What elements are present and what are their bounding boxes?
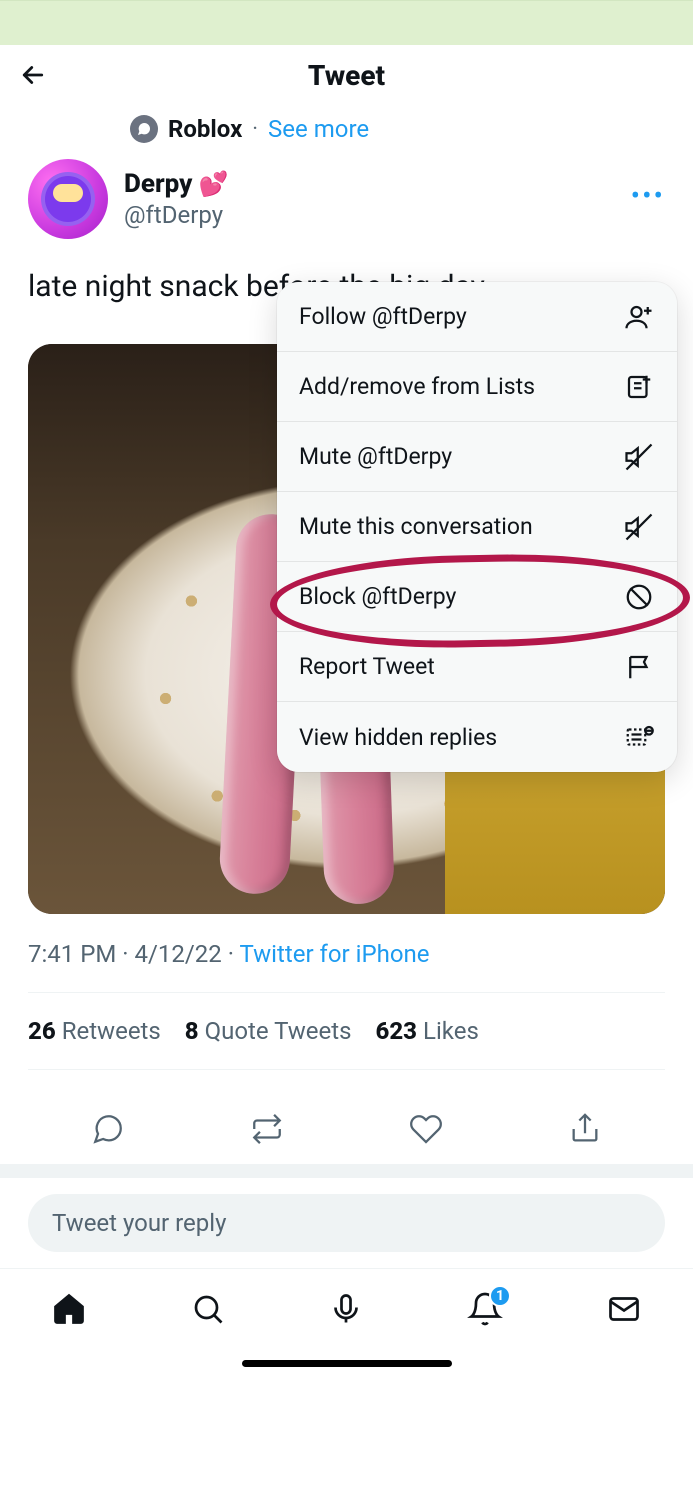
home-indicator: [0, 1350, 693, 1378]
tweet-options-menu: Follow @ftDerpy Add/remove from Lists Mu…: [277, 282, 677, 772]
mute-icon: [623, 511, 655, 543]
menu-item-label: Follow @ftDerpy: [299, 303, 467, 330]
stats-row: 26Retweets 8Quote Tweets 623Likes: [28, 1017, 665, 1045]
reply-input[interactable]: Tweet your reply: [28, 1194, 665, 1252]
status-strip: [0, 0, 693, 45]
bottom-nav: 1: [0, 1268, 693, 1350]
topic-name[interactable]: Roblox: [168, 115, 242, 143]
menu-block[interactable]: Block @ftDerpy: [277, 562, 677, 632]
menu-report[interactable]: Report Tweet: [277, 632, 677, 702]
hidden-replies-icon: [623, 721, 655, 753]
menu-mute-conversation[interactable]: Mute this conversation: [277, 492, 677, 562]
tweet-meta: 7:41 PM · 4/12/22 · Twitter for iPhone: [28, 940, 665, 968]
menu-item-label: Mute this conversation: [299, 513, 533, 540]
follow-icon: [623, 301, 655, 333]
menu-follow[interactable]: Follow @ftDerpy: [277, 282, 677, 352]
topic-chat-icon: [130, 115, 158, 143]
nav-search[interactable]: [186, 1287, 230, 1331]
name-emoji: 💕: [198, 170, 228, 198]
reply-button[interactable]: [88, 1109, 128, 1149]
divider: [28, 992, 665, 993]
list-icon: [623, 371, 655, 403]
separator-dot: ·: [252, 117, 258, 142]
reply-placeholder: Tweet your reply: [52, 1209, 226, 1237]
menu-item-label: Report Tweet: [299, 653, 435, 680]
nav-messages[interactable]: [602, 1287, 646, 1331]
likes-stat[interactable]: 623Likes: [376, 1017, 479, 1045]
tweet-date[interactable]: 4/12/22: [135, 940, 222, 968]
retweets-stat[interactable]: 26Retweets: [28, 1017, 161, 1045]
topic-row: Roblox · See more: [130, 115, 693, 143]
flag-icon: [623, 651, 655, 683]
nav-home[interactable]: [47, 1287, 91, 1331]
menu-item-label: View hidden replies: [299, 724, 497, 751]
reply-row: Tweet your reply: [0, 1178, 693, 1268]
menu-lists[interactable]: Add/remove from Lists: [277, 352, 677, 422]
display-name-text: Derpy: [124, 169, 192, 199]
user-row: Derpy 💕 @ftDerpy: [28, 159, 665, 239]
quotes-stat[interactable]: 8Quote Tweets: [185, 1017, 352, 1045]
menu-item-label: Add/remove from Lists: [299, 373, 535, 400]
share-button[interactable]: [565, 1109, 605, 1149]
menu-item-label: Mute @ftDerpy: [299, 443, 452, 470]
menu-mute-user[interactable]: Mute @ftDerpy: [277, 422, 677, 492]
header: Tweet: [0, 45, 693, 105]
like-button[interactable]: [406, 1109, 446, 1149]
tweet-time[interactable]: 7:41 PM: [28, 940, 116, 968]
page-title: Tweet: [308, 59, 385, 92]
avatar[interactable]: [28, 159, 108, 239]
retweet-button[interactable]: [247, 1109, 287, 1149]
mute-icon: [623, 441, 655, 473]
nav-notifications[interactable]: 1: [463, 1287, 507, 1331]
display-name[interactable]: Derpy 💕: [124, 169, 228, 199]
actions-row: [28, 1094, 665, 1164]
see-more-link[interactable]: See more: [268, 115, 369, 143]
divider: [28, 1069, 665, 1070]
section-divider: [0, 1164, 693, 1178]
user-handle[interactable]: @ftDerpy: [124, 201, 228, 229]
menu-hidden-replies[interactable]: View hidden replies: [277, 702, 677, 772]
menu-item-label: Block @ftDerpy: [299, 583, 456, 610]
notification-badge: 1: [489, 1285, 511, 1307]
block-icon: [623, 581, 655, 613]
nav-spaces[interactable]: [324, 1287, 368, 1331]
more-options-button[interactable]: •••: [631, 179, 665, 212]
back-button[interactable]: [18, 53, 62, 97]
tweet-source[interactable]: Twitter for iPhone: [239, 940, 429, 968]
